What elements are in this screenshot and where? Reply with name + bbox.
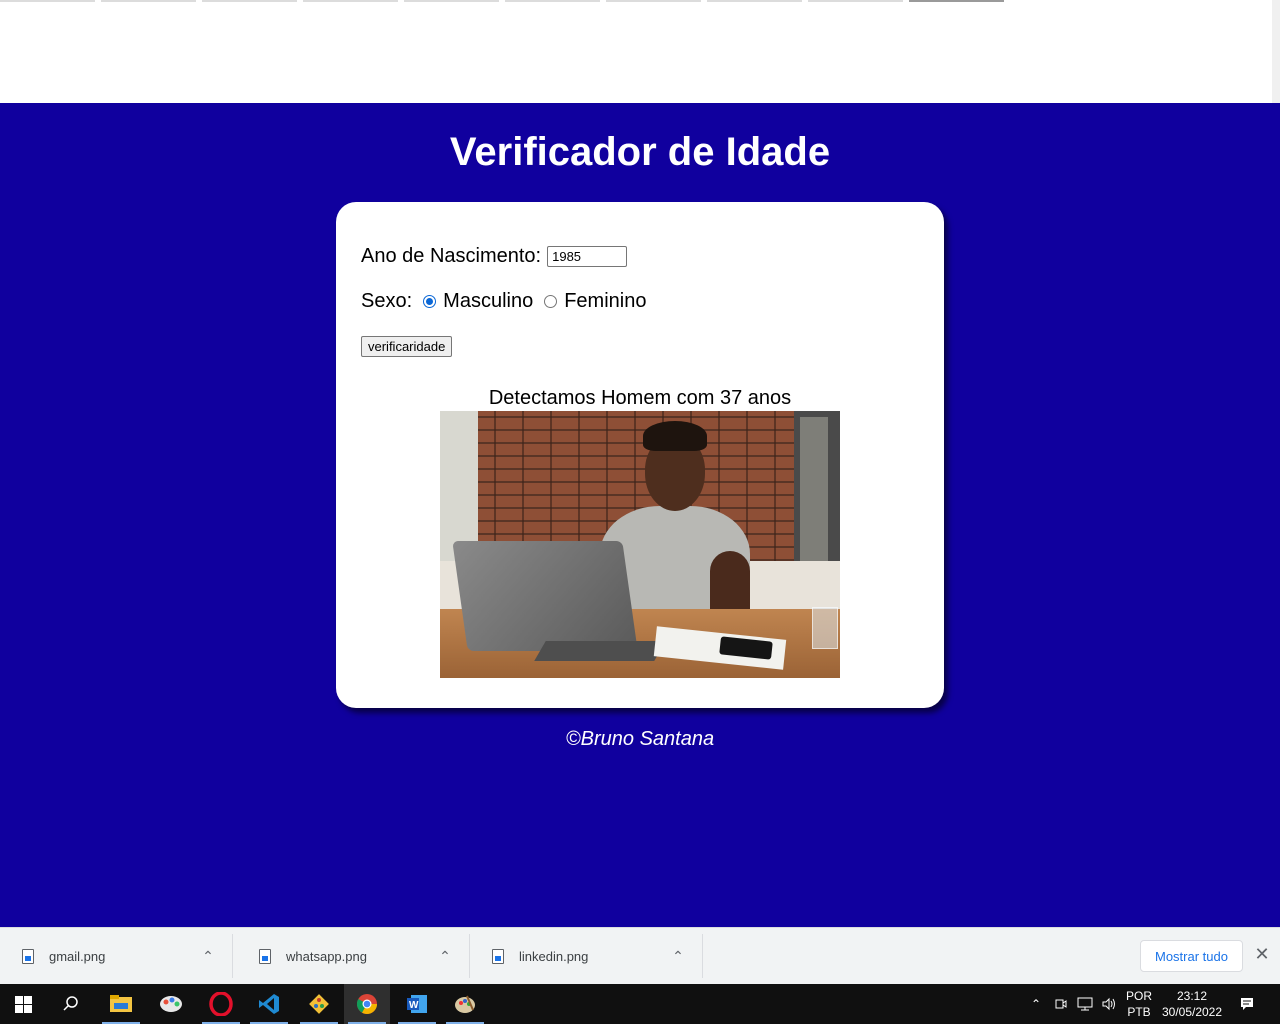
- network-icon[interactable]: [1074, 984, 1096, 1024]
- photo-laptop: [452, 541, 638, 651]
- photo-laptop-base: [534, 641, 666, 661]
- image-file-icon: [22, 948, 34, 964]
- radio-male[interactable]: [423, 295, 437, 308]
- download-filename: gmail.png: [49, 948, 106, 964]
- chevron-up-icon[interactable]: ⌃: [666, 948, 690, 965]
- clock-date: 30/05/2022: [1161, 1005, 1223, 1019]
- tab[interactable]: [101, 0, 196, 3]
- sex-label: Sexo:: [361, 290, 413, 312]
- notification-icon[interactable]: [1234, 984, 1260, 1024]
- year-label: Ano de Nascimento:: [361, 245, 542, 267]
- download-item[interactable]: whatsapp.png ⌃: [237, 934, 470, 978]
- word-icon[interactable]: W: [394, 984, 440, 1024]
- chevron-up-icon[interactable]: ⌃: [1026, 984, 1046, 1024]
- footer-credit: ©Bruno Santana: [565, 728, 715, 750]
- keyboard-layout: PTB: [1127, 1005, 1151, 1019]
- paint-icon[interactable]: [442, 984, 488, 1024]
- tab[interactable]: [303, 0, 398, 3]
- tab[interactable]: [404, 0, 499, 3]
- paint-3d-icon[interactable]: [148, 984, 194, 1024]
- page-viewport: Verificador de Idade Ano de Nascimento: …: [0, 103, 1280, 927]
- image-file-icon: [259, 948, 271, 964]
- tab[interactable]: [606, 0, 701, 3]
- form-card: Ano de Nascimento: Sexo: Masculino Femin…: [336, 202, 944, 708]
- photo-window: [440, 411, 478, 561]
- browser-top-area: [0, 0, 1280, 103]
- radio-male-label[interactable]: Masculino: [443, 290, 533, 313]
- tab[interactable]: [505, 0, 600, 3]
- file-explorer-icon[interactable]: [98, 984, 144, 1024]
- meet-now-icon[interactable]: [1050, 984, 1072, 1024]
- tab-active[interactable]: [909, 0, 1004, 3]
- page-title: Verificador de Idade: [449, 130, 831, 174]
- tab[interactable]: [808, 0, 903, 3]
- sex-row: Sexo: Masculino Feminino: [361, 290, 646, 313]
- chevron-up-icon[interactable]: ⌃: [196, 948, 220, 965]
- language-indicator[interactable]: POR PTB: [1122, 984, 1156, 1024]
- result-text: Detectamos Homem com 37 anos: [488, 387, 792, 409]
- svg-text:W: W: [409, 1000, 419, 1011]
- downloads-bar: gmail.png ⌃ whatsapp.png ⌃ linkedin.png …: [0, 927, 1280, 984]
- download-item[interactable]: gmail.png ⌃: [0, 934, 233, 978]
- radio-female[interactable]: [544, 295, 558, 308]
- tab[interactable]: [707, 0, 802, 3]
- opera-icon[interactable]: [198, 984, 244, 1024]
- birth-year-input[interactable]: [547, 246, 628, 267]
- tab[interactable]: [202, 0, 297, 3]
- image-file-icon: [492, 948, 504, 964]
- tab-strip: [0, 0, 1010, 3]
- chrome-icon[interactable]: [344, 984, 390, 1024]
- language-code: POR: [1125, 989, 1152, 1003]
- clock-time: 23:12: [1176, 989, 1208, 1003]
- vscode-icon[interactable]: [246, 984, 292, 1024]
- chevron-up-icon[interactable]: ⌃: [433, 948, 457, 965]
- tab[interactable]: [0, 0, 95, 3]
- verify-age-button[interactable]: verificaridade: [361, 336, 453, 357]
- year-row: Ano de Nascimento:: [361, 245, 628, 268]
- download-item[interactable]: linkedin.png ⌃: [470, 934, 703, 978]
- close-icon[interactable]: ✕: [1252, 944, 1272, 966]
- show-all-button[interactable]: Mostrar tudo: [1140, 940, 1243, 972]
- download-filename: whatsapp.png: [286, 948, 367, 964]
- result-photo: [440, 411, 840, 678]
- taskbar: W ⌃ POR PTB 23:12 30/05/2022: [0, 984, 1280, 1024]
- photo-person-hair: [643, 421, 707, 451]
- volume-icon[interactable]: [1098, 984, 1120, 1024]
- photo-glass: [812, 607, 838, 649]
- windows-start-icon[interactable]: [0, 984, 46, 1024]
- clock[interactable]: 23:12 30/05/2022: [1160, 984, 1224, 1024]
- search-icon[interactable]: [48, 984, 94, 1024]
- git-icon[interactable]: [296, 984, 342, 1024]
- download-filename: linkedin.png: [519, 948, 589, 964]
- radio-female-label[interactable]: Feminino: [564, 290, 646, 313]
